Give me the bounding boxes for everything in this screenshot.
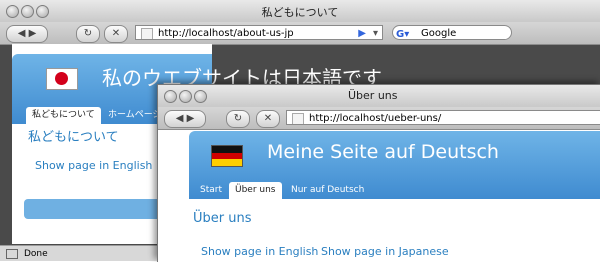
address-text: http://localhost/ueber-uns/ xyxy=(309,113,442,124)
site-title-de: Meine Seite auf Deutsch xyxy=(267,141,499,163)
status-icon xyxy=(6,248,18,259)
status-text: Done xyxy=(24,249,48,259)
tab-ueber-uns[interactable]: Über uns xyxy=(229,182,282,199)
stop-button[interactable]: ✕ xyxy=(256,110,280,128)
search-field[interactable]: G▾ Google xyxy=(392,25,512,40)
reload-icon: ↻ xyxy=(83,28,93,39)
tab-nur-auf-deutsch[interactable]: Nur auf Deutsch xyxy=(291,182,364,199)
minimize-window-button[interactable] xyxy=(179,90,192,103)
go-icon: ▶ xyxy=(358,28,366,39)
page-heading-de: Über uns xyxy=(193,211,252,226)
search-placeholder: Google xyxy=(421,28,457,39)
show-japanese-link-de[interactable]: Show page in Japanese xyxy=(321,245,449,258)
dropdown-icon: ▾ xyxy=(372,28,378,39)
reload-button[interactable]: ↻ xyxy=(76,25,100,43)
address-bar[interactable]: http://localhost/ueber-uns/ xyxy=(286,110,600,125)
close-window-button[interactable] xyxy=(164,90,177,103)
page-icon xyxy=(292,113,304,124)
toolbar-de: ◀ ▶ ↻ ✕ http://localhost/ueber-uns/ xyxy=(158,107,600,130)
browser-window-de: Über uns ◀ ▶ ↻ ✕ http://localhost/ueber-… xyxy=(157,84,600,262)
page-heading-jp: 私どもについて xyxy=(28,130,119,145)
forward-arrow-icon: ▶ xyxy=(186,113,195,124)
back-arrow-icon: ◀ xyxy=(175,113,184,124)
show-english-link-jp[interactable]: Show page in English xyxy=(35,159,152,172)
window-title: Über uns xyxy=(348,89,398,102)
titlebar-de: Über uns xyxy=(158,85,600,108)
forward-arrow-icon: ▶ xyxy=(28,28,37,39)
reload-button[interactable]: ↻ xyxy=(226,110,250,128)
back-forward-button[interactable]: ◀ ▶ xyxy=(6,25,48,43)
window-title: 私どもについて xyxy=(261,6,339,19)
google-icon: G▾ xyxy=(396,29,410,40)
site-banner-de: Meine Seite auf Deutsch Start Über uns N… xyxy=(189,131,600,199)
stop-icon: ✕ xyxy=(263,113,273,124)
address-text: http://localhost/about-us-jp xyxy=(158,28,294,39)
toolbar-jp: ◀ ▶ ↻ ✕ http://localhost/about-us-jp ▶ ▾… xyxy=(0,22,600,45)
show-english-link-de[interactable]: Show page in English xyxy=(201,245,318,258)
tab-start[interactable]: Start xyxy=(200,182,222,199)
stop-icon: ✕ xyxy=(111,28,121,39)
germany-flag-icon xyxy=(211,145,243,167)
page-icon xyxy=(141,28,153,39)
back-arrow-icon: ◀ xyxy=(17,28,26,39)
back-forward-button[interactable]: ◀ ▶ xyxy=(164,110,206,128)
address-bar[interactable]: http://localhost/about-us-jp ▶ ▾ xyxy=(135,25,383,40)
titlebar-jp: 私どもについて xyxy=(0,0,600,23)
tab-about-jp[interactable]: 私どもについて xyxy=(26,107,101,124)
japan-flag-icon xyxy=(46,68,78,90)
tab-home-jp[interactable]: ホームページ xyxy=(108,107,162,124)
zoom-window-button[interactable] xyxy=(194,90,207,103)
reload-icon: ↻ xyxy=(233,113,243,124)
stop-button[interactable]: ✕ xyxy=(104,25,128,43)
